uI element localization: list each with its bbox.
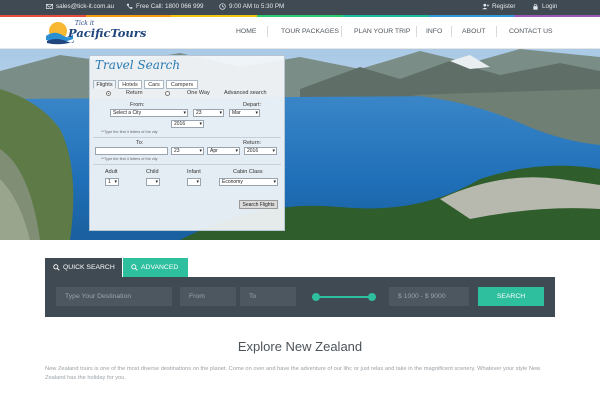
infant-select[interactable] xyxy=(187,178,201,186)
email-text: sales@tick-it.com.au xyxy=(56,3,115,10)
tab-cars[interactable]: Cars xyxy=(144,80,164,89)
tab-campers[interactable]: Campers xyxy=(166,80,198,89)
from-date-input[interactable]: From xyxy=(180,287,236,306)
nav-home[interactable]: HOME xyxy=(236,28,256,35)
advanced-search-link[interactable]: Advanced search xyxy=(224,90,267,96)
from-city-hint: **Type the first 4 letters of the city xyxy=(101,130,158,134)
one-way-radio[interactable] xyxy=(165,91,170,96)
explore-title: Explore New Zealand xyxy=(237,339,363,354)
register-text: Register xyxy=(492,3,516,10)
nav-separator xyxy=(416,26,417,37)
tab-quick-search-label: QUICK SEARCH xyxy=(63,264,115,271)
mail-icon xyxy=(46,4,53,9)
travel-search-panel: Travel Search Flights Hotels Cars Camper… xyxy=(89,55,285,231)
logo-brand-name: PacificTours xyxy=(68,26,147,40)
nav-plan-your-trip[interactable]: PLAN YOUR TRIP xyxy=(354,28,410,35)
site-header: Tick it PacificTours HOME TOUR PACKAGES … xyxy=(0,17,600,49)
explore-description: New Zealand tours is one of the most div… xyxy=(45,366,541,381)
depart-label: Depart: xyxy=(243,102,262,108)
nav-separator xyxy=(267,26,268,37)
from-city-select[interactable]: Select a City xyxy=(110,109,188,117)
to-date-input[interactable]: To xyxy=(240,287,296,306)
tab-flights[interactable]: Flights xyxy=(93,80,116,89)
phone-text: Free Call: 1800 066 999 xyxy=(136,3,204,10)
form-divider xyxy=(93,164,281,165)
nav-tour-packages[interactable]: TOUR PACKAGES xyxy=(281,28,339,35)
return-month-select[interactable]: Apr xyxy=(207,147,240,155)
price-slider-min-handle[interactable] xyxy=(312,293,320,301)
login-link[interactable]: Login xyxy=(532,3,557,10)
search-flights-button[interactable]: Search Flights xyxy=(239,200,278,209)
travel-search-title: Travel Search xyxy=(95,58,181,72)
hours-text: 9:00 AM to 5:30 PM xyxy=(229,3,285,10)
return-label: Return xyxy=(126,90,143,96)
user-plus-icon xyxy=(482,3,489,10)
price-slider-max-handle[interactable] xyxy=(368,293,376,301)
depart-month-select[interactable]: Mar xyxy=(229,109,260,117)
price-range-display: $ 1000 - $ 9000 xyxy=(389,287,469,306)
child-select[interactable] xyxy=(146,178,160,186)
return-radio[interactable] xyxy=(106,91,111,96)
form-divider xyxy=(93,137,281,138)
adult-select[interactable]: 1 xyxy=(105,178,119,186)
register-link[interactable]: Register xyxy=(482,3,515,10)
clock-icon xyxy=(219,3,226,10)
phone-link[interactable]: Free Call: 1800 066 999 xyxy=(126,3,204,10)
top-utility-bar: sales@tick-it.com.au Free Call: 1800 066… xyxy=(0,0,600,15)
nav-separator xyxy=(341,26,342,37)
nav-about[interactable]: ABOUT xyxy=(462,28,485,35)
child-label: Child xyxy=(146,169,159,175)
tab-advanced-label: ADVANCED xyxy=(141,264,179,271)
lock-icon xyxy=(533,3,538,10)
to-label: To: xyxy=(136,140,144,146)
search-button[interactable]: SEARCH xyxy=(478,287,544,306)
adult-label: Adult xyxy=(105,169,118,175)
return-date-label: Return: xyxy=(243,140,262,146)
nav-info[interactable]: INFO xyxy=(426,28,442,35)
price-slider-track[interactable] xyxy=(315,296,373,298)
depart-day-select[interactable]: 23 xyxy=(193,109,224,117)
cabin-class-label: Cabin Class xyxy=(233,169,263,175)
tab-hotels[interactable]: Hotels xyxy=(118,80,142,89)
phone-icon xyxy=(126,3,133,9)
nav-contact-us[interactable]: CONTACT US xyxy=(509,28,553,35)
from-label: From: xyxy=(130,102,145,108)
search-icon xyxy=(53,264,60,271)
hours-info: 9:00 AM to 5:30 PM xyxy=(219,3,284,10)
return-year-select[interactable]: 2016 xyxy=(244,147,277,155)
to-city-hint: **Type the first 4 letters of the city xyxy=(101,157,158,161)
depart-year-select[interactable]: 2016 xyxy=(171,120,204,128)
infant-label: Infant xyxy=(187,169,201,175)
search-icon xyxy=(131,264,138,271)
site-logo[interactable]: Tick it PacificTours xyxy=(44,19,147,47)
return-day-select[interactable]: 23 xyxy=(171,147,204,155)
email-link[interactable]: sales@tick-it.com.au xyxy=(46,3,114,10)
login-text: Login xyxy=(542,3,558,10)
nav-separator xyxy=(496,26,497,37)
destination-input[interactable]: Type Your Destination xyxy=(56,287,172,306)
cabin-class-select[interactable]: Economy xyxy=(219,178,278,186)
one-way-label: One Way xyxy=(187,90,210,96)
tab-advanced[interactable]: ADVANCED xyxy=(123,258,188,277)
tab-quick-search[interactable]: QUICK SEARCH xyxy=(45,258,122,277)
nav-separator xyxy=(451,26,452,37)
to-city-input[interactable] xyxy=(95,147,168,155)
